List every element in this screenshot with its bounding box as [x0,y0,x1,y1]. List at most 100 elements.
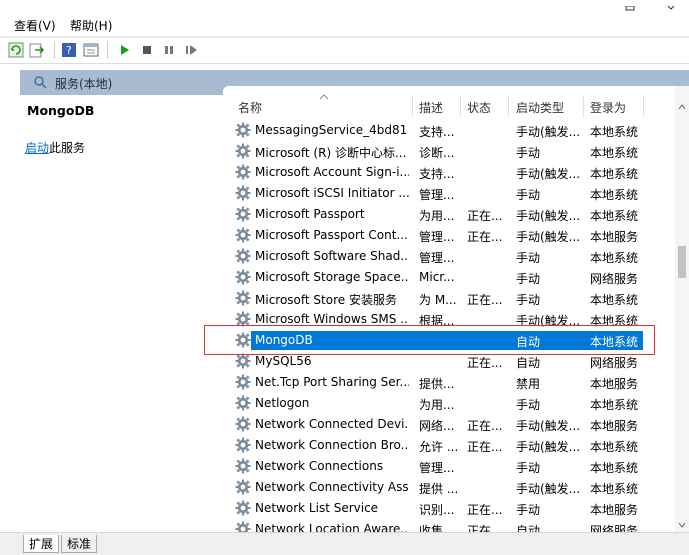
gear-icon [235,206,251,222]
service-logon-cell: 本地系统 [590,438,650,455]
sort-ascending-icon [319,89,329,103]
service-logon-cell: 本地服务 [590,228,650,245]
service-status-cell: 正在... [467,228,507,245]
gear-icon [235,395,251,411]
column-divider[interactable] [460,96,461,118]
service-row[interactable]: Microsoft Software Shad...管理...手动本地系统 [223,246,675,267]
service-row[interactable]: Microsoft Passport为用...正在...手动(触发...本地系统 [223,204,675,225]
view-tabs-bar: 扩展 标准 [0,532,689,555]
column-divider[interactable] [508,96,509,118]
service-startup-type-cell: 手动(触发... [516,438,582,455]
service-row[interactable]: Microsoft iSCSI Initiator ...管理...手动本地系统 [223,183,675,204]
service-description-cell: 管理... [419,186,457,203]
service-row[interactable]: Network Connectivity Ass...提供 ...手动(触发..… [223,477,675,498]
service-name-cell: Microsoft Software Shad... [255,249,409,263]
column-header-startup-type[interactable]: 启动类型 [516,99,564,116]
svg-text:?: ? [66,44,72,57]
service-logon-cell: 本地服务 [590,417,650,434]
tab-standard[interactable]: 标准 [61,535,97,553]
scroll-thumb[interactable] [678,246,686,278]
service-startup-type-cell: 手动 [516,459,582,476]
gear-icon [235,437,251,453]
service-description-cell: 管理... [419,249,457,266]
service-row[interactable]: Microsoft Store 安装服务为 M...正在...手动本地系统 [223,288,675,309]
service-logon-cell: 本地服务 [590,501,650,518]
service-name-cell: Network List Service [255,501,409,515]
help-icon[interactable]: ? [61,42,77,58]
column-header-description[interactable]: 描述 [419,99,443,116]
column-header-logon-as[interactable]: 登录为 [590,99,626,116]
refresh-icon[interactable] [8,42,24,58]
service-startup-type-cell: 自动 [516,522,582,532]
service-row[interactable]: Network Location Aware...收集...正在...自动网络服… [223,519,675,532]
gear-icon [235,227,251,243]
service-startup-type-cell: 手动 [516,186,582,203]
service-row[interactable]: Network Connection Bro...允许 ...正在...手动(触… [223,435,675,456]
service-name-cell: MessagingService_4bd81 [255,123,409,137]
gear-icon [235,353,251,369]
search-icon [32,74,48,93]
service-name-cell: Network Connectivity Ass... [255,480,409,494]
close-window-icon[interactable] [664,0,678,5]
service-startup-type-cell: 手动(触发... [516,165,582,182]
scroll-down-arrow-icon[interactable] [678,518,686,526]
service-description-cell: 诊断... [419,144,457,161]
service-row[interactable]: MessagingService_4bd81支持...手动(触发...本地系统 [223,120,675,141]
column-divider[interactable] [583,96,584,118]
menu-view[interactable]: 查看(V) [14,17,56,34]
column-divider[interactable] [643,96,644,118]
service-row[interactable]: Network Connections管理...手动本地系统 [223,456,675,477]
gear-icon [235,521,251,532]
pause-icon[interactable] [161,42,177,58]
service-logon-cell: 本地系统 [590,165,650,182]
service-logon-cell: 网络服务 [590,354,650,371]
service-description-cell: 提供 ... [419,480,457,497]
service-name-cell: Microsoft Store 安装服务 [255,291,409,308]
start-service-line: 启动此服务 [25,139,85,156]
service-logon-cell: 本地系统 [590,249,650,266]
scroll-up-arrow-icon[interactable] [678,100,686,108]
service-row[interactable]: Microsoft Passport Cont...管理...正在...手动(触… [223,225,675,246]
service-description-cell: Micr... [419,270,457,284]
service-row[interactable]: Network Connected Devi...网络...正在...手动(触发… [223,414,675,435]
toolbar-separator [54,41,55,59]
gear-icon [235,374,251,390]
service-startup-type-cell: 手动 [516,144,582,161]
service-row[interactable]: Netlogon为用...手动本地系统 [223,393,675,414]
service-logon-cell: 本地系统 [590,459,650,476]
service-row[interactable]: Net.Tcp Port Sharing Ser...提供...禁用本地服务 [223,372,675,393]
service-row[interactable]: Microsoft Storage Space...Micr...手动网络服务 [223,267,675,288]
start-service-link[interactable]: 启动 [25,141,49,155]
restore-window-icon[interactable] [623,0,637,5]
services-list: 名称 描述 状态 启动类型 登录为 MessagingService_4bd81… [223,86,675,532]
properties-icon[interactable] [83,42,99,58]
service-description-cell: 支持... [419,123,457,140]
start-icon[interactable] [117,42,133,58]
service-row[interactable]: Microsoft Account Sign-i...支持...手动(触发...… [223,162,675,183]
pane-title: 服务(本地) [55,75,112,92]
service-logon-cell: 本地服务 [590,375,650,392]
service-row[interactable]: Network List Service识别...正在...手动本地服务 [223,498,675,519]
annotation-highlight-box [204,325,655,355]
menu-help[interactable]: 帮助(H) [70,17,112,34]
column-header-status[interactable]: 状态 [467,99,491,116]
toolbar-separator [107,41,108,59]
restart-icon[interactable] [183,42,199,58]
service-name-cell: Microsoft (R) 诊断中心标... [255,144,409,161]
service-name-cell: Netlogon [255,396,409,410]
service-logon-cell: 本地系统 [590,291,650,308]
service-status-cell: 正在... [467,522,507,532]
export-list-icon[interactable] [29,42,45,58]
stop-icon[interactable] [139,42,155,58]
column-divider[interactable] [412,96,413,118]
service-logon-cell: 本地系统 [590,207,650,224]
column-header-name[interactable]: 名称 [238,99,262,116]
service-status-cell: 正在... [467,438,507,455]
vertical-scrollbar[interactable] [675,86,689,532]
service-startup-type-cell: 自动 [516,354,582,371]
service-row[interactable]: Microsoft (R) 诊断中心标...诊断...手动本地系统 [223,141,675,162]
service-status-cell: 正在... [467,417,507,434]
tab-extended[interactable]: 扩展 [23,535,59,553]
service-description-cell: 允许 ... [419,438,457,455]
service-description-cell: 为 M... [419,291,457,308]
